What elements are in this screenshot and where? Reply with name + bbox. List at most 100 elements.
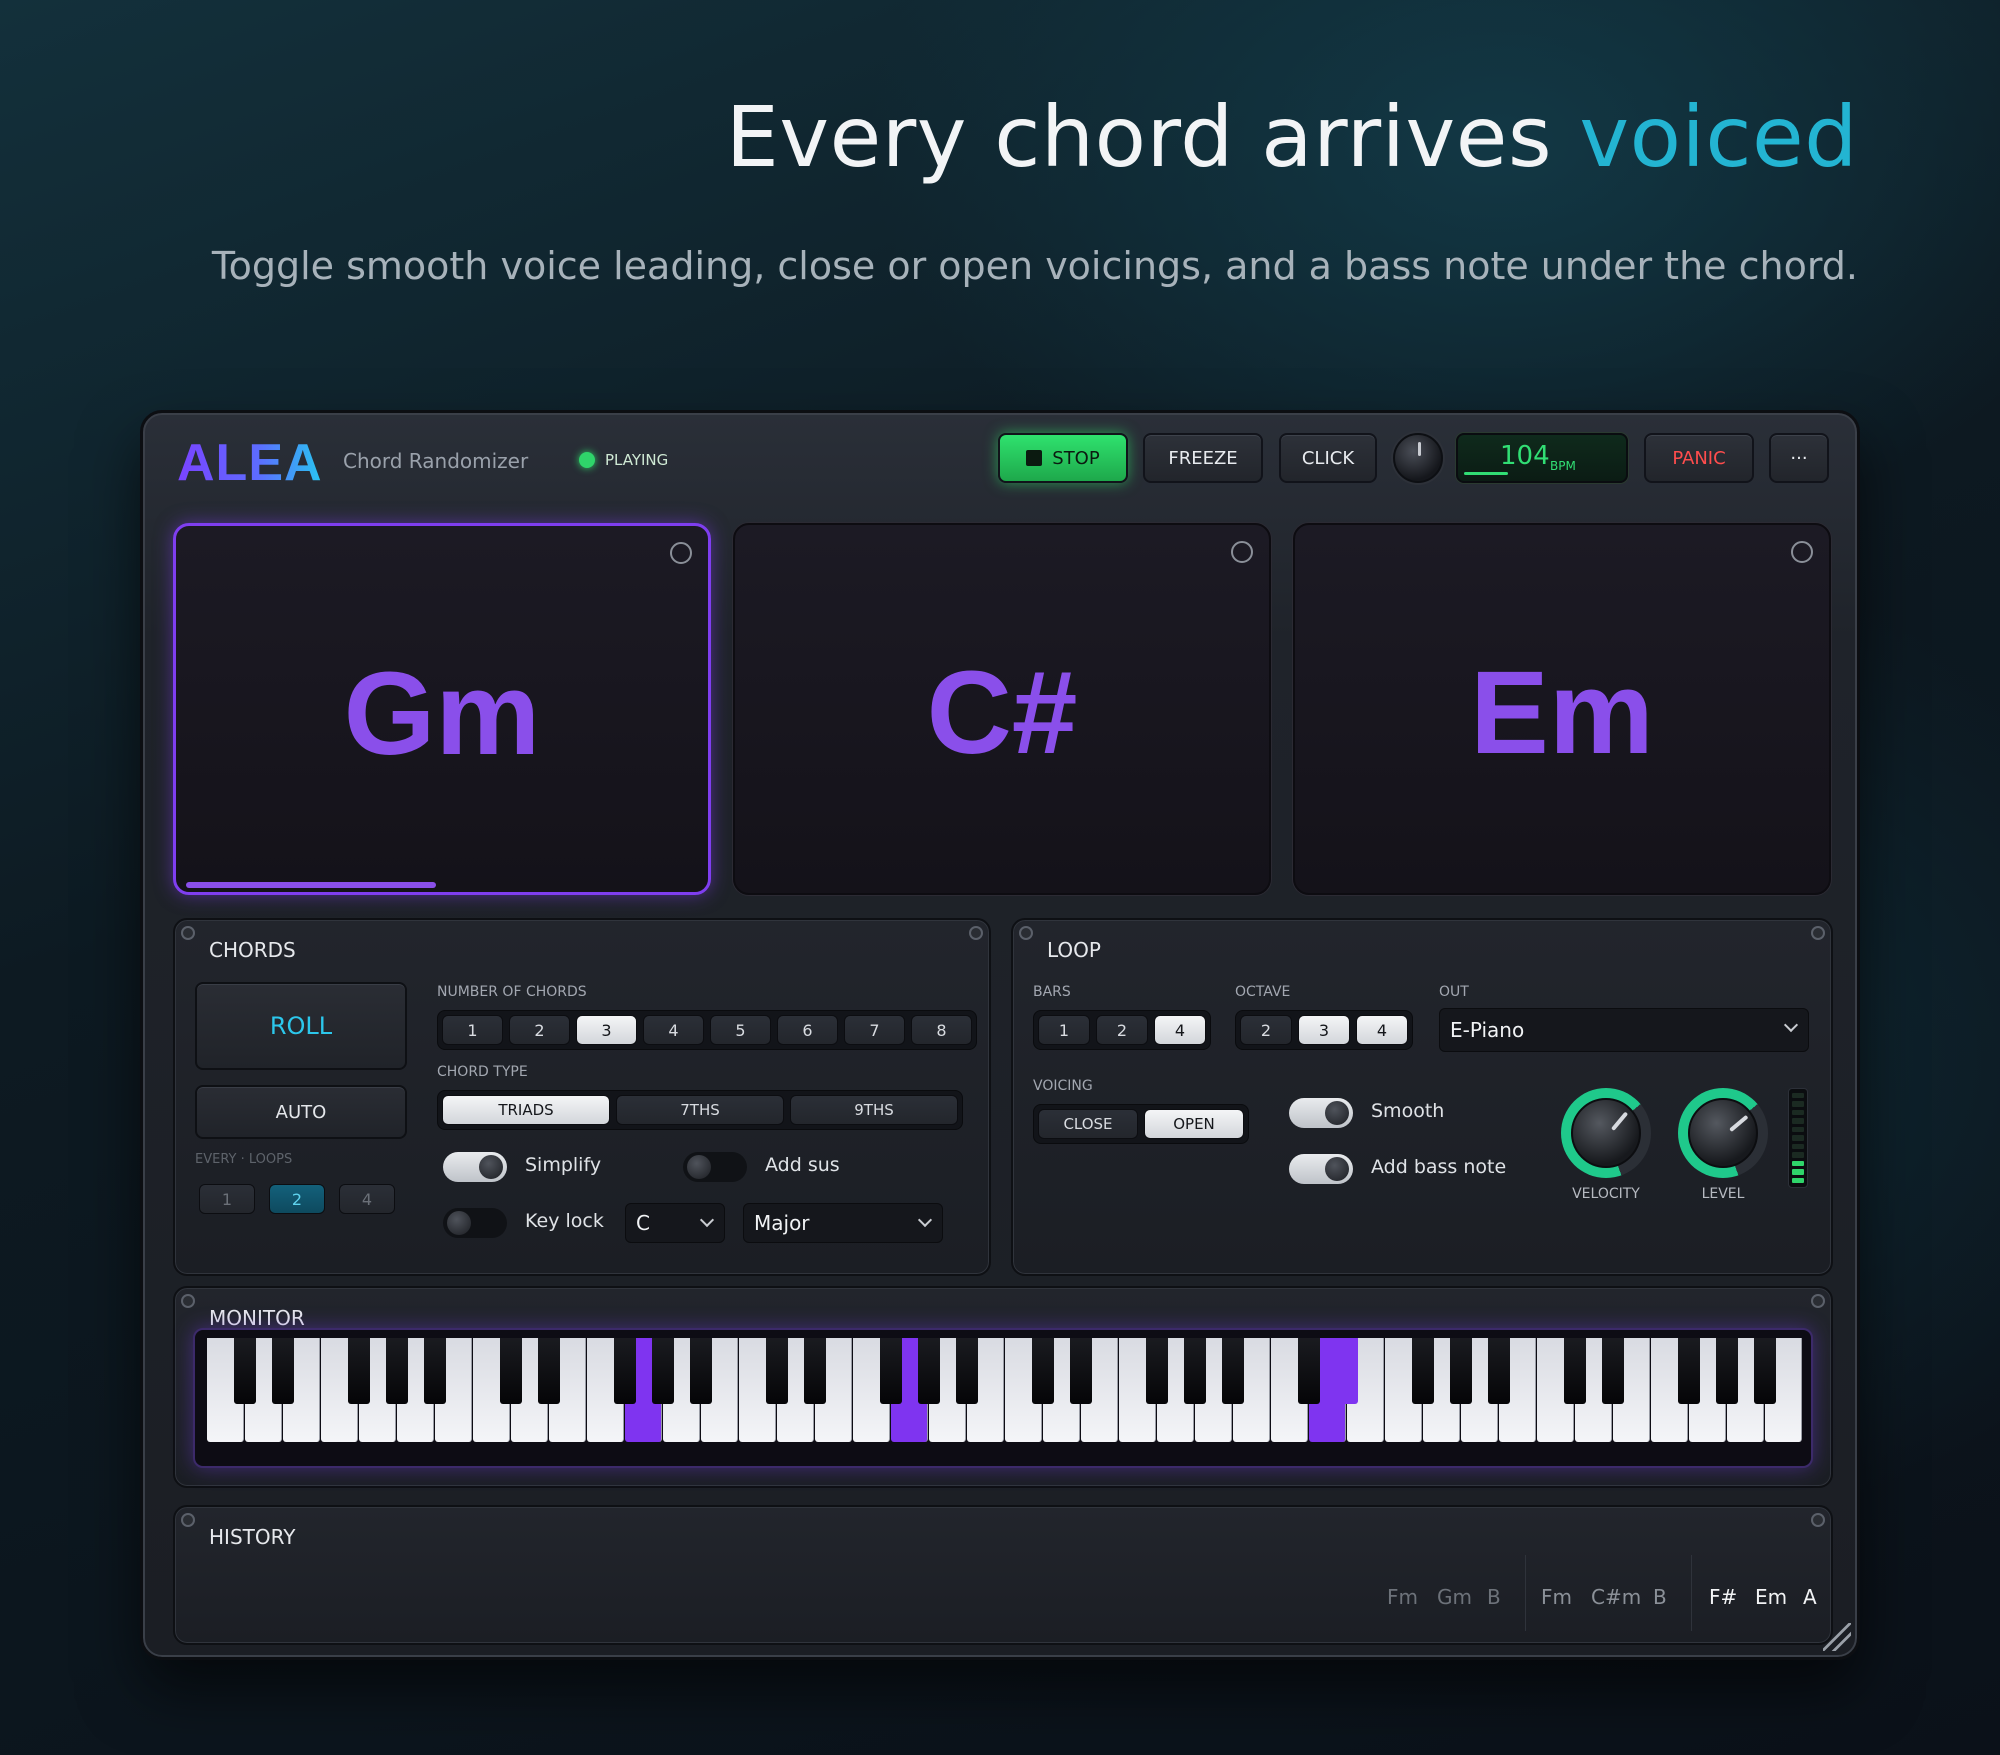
black-key[interactable] <box>614 1338 636 1404</box>
chord-type-option[interactable]: 7THS <box>616 1095 784 1125</box>
chord-type-option[interactable]: 9THS <box>790 1095 958 1125</box>
chord-type-option[interactable]: TRIADS <box>442 1095 610 1125</box>
lock-ring-icon[interactable] <box>1791 541 1813 563</box>
chord-card-2[interactable]: C# <box>733 523 1271 895</box>
lock-ring-icon[interactable] <box>1231 541 1253 563</box>
auto-button[interactable]: AUTO <box>195 1085 407 1139</box>
black-key[interactable] <box>1564 1338 1586 1404</box>
black-key[interactable] <box>1336 1338 1358 1404</box>
black-key[interactable] <box>234 1338 256 1404</box>
click-button[interactable]: CLICK <box>1279 433 1377 483</box>
number-option[interactable]: 3 <box>576 1015 637 1045</box>
black-key[interactable] <box>1070 1338 1092 1404</box>
history-chord[interactable]: B <box>1487 1585 1501 1609</box>
black-key[interactable] <box>1754 1338 1776 1404</box>
voicing-option[interactable]: CLOSE <box>1038 1109 1138 1139</box>
black-key[interactable] <box>1678 1338 1700 1404</box>
black-key[interactable] <box>1450 1338 1472 1404</box>
add-sus-toggle[interactable] <box>683 1152 747 1182</box>
black-key[interactable] <box>880 1338 902 1404</box>
history-separator <box>1691 1555 1692 1631</box>
headline-main: Every chord arrives <box>725 88 1580 186</box>
freeze-button[interactable]: FREEZE <box>1143 433 1263 483</box>
every-loops-selector: 1 2 4 <box>195 1180 399 1218</box>
octave-option[interactable]: 2 <box>1240 1015 1292 1045</box>
bpm-display[interactable]: 104 BPM <box>1456 433 1628 483</box>
number-option[interactable]: 4 <box>643 1015 704 1045</box>
black-key[interactable] <box>918 1338 940 1404</box>
black-key[interactable] <box>1032 1338 1054 1404</box>
bars-option[interactable]: 2 <box>1096 1015 1148 1045</box>
octave-selector: 2 3 4 <box>1235 1010 1413 1050</box>
smooth-toggle[interactable] <box>1289 1098 1353 1128</box>
output-dropdown[interactable]: E-Piano <box>1439 1008 1809 1052</box>
history-chord[interactable]: Em <box>1755 1585 1787 1609</box>
octave-option[interactable]: 3 <box>1298 1015 1350 1045</box>
black-key[interactable] <box>272 1338 294 1404</box>
number-of-chords-selector: 1 2 3 4 5 6 7 8 <box>437 1010 977 1050</box>
chord-progress-bar <box>186 882 437 888</box>
voicing-option[interactable]: OPEN <box>1144 1109 1244 1139</box>
black-key[interactable] <box>804 1338 826 1404</box>
history-chord[interactable]: B <box>1653 1585 1667 1609</box>
number-option[interactable]: 5 <box>710 1015 771 1045</box>
bars-option[interactable]: 1 <box>1038 1015 1090 1045</box>
black-key[interactable] <box>766 1338 788 1404</box>
history-chord[interactable]: Fm <box>1387 1585 1418 1609</box>
octave-option[interactable]: 4 <box>1356 1015 1408 1045</box>
add-bass-toggle[interactable] <box>1289 1154 1353 1184</box>
app-logo: ALEA <box>177 434 323 492</box>
headline-accent: voiced <box>1579 88 1858 186</box>
chords-title: CHORDS <box>209 938 296 962</box>
black-key[interactable] <box>1222 1338 1244 1404</box>
level-knob[interactable] <box>1678 1088 1768 1178</box>
every-loops-option[interactable]: 2 <box>269 1184 325 1214</box>
history-chord[interactable]: Fm <box>1541 1585 1572 1609</box>
black-key[interactable] <box>1602 1338 1624 1404</box>
chord-card-3[interactable]: Em <box>1293 523 1831 895</box>
key-dropdown[interactable]: C <box>625 1203 725 1243</box>
black-key[interactable] <box>1716 1338 1738 1404</box>
stop-button[interactable]: STOP <box>998 433 1128 483</box>
add-sus-label: Add sus <box>765 1154 840 1176</box>
black-key[interactable] <box>538 1338 560 1404</box>
black-key[interactable] <box>424 1338 446 1404</box>
resize-handle-icon[interactable] <box>1823 1623 1851 1651</box>
lock-ring-icon[interactable] <box>670 542 692 564</box>
number-option[interactable]: 1 <box>442 1015 503 1045</box>
screw-icon <box>181 1513 195 1527</box>
black-key[interactable] <box>386 1338 408 1404</box>
number-option[interactable]: 2 <box>509 1015 570 1045</box>
number-option[interactable]: 7 <box>844 1015 905 1045</box>
headline: Every chord arrives voiced <box>726 88 1858 186</box>
panic-button[interactable]: PANIC <box>1644 433 1754 483</box>
black-key[interactable] <box>1412 1338 1434 1404</box>
click-volume-knob[interactable] <box>1393 433 1443 483</box>
more-button[interactable]: ··· <box>1769 433 1829 483</box>
number-option[interactable]: 8 <box>911 1015 972 1045</box>
black-key[interactable] <box>690 1338 712 1404</box>
bars-option[interactable]: 4 <box>1154 1015 1206 1045</box>
every-loops-option[interactable]: 1 <box>199 1184 255 1214</box>
scale-dropdown[interactable]: Major <box>743 1203 943 1243</box>
history-chord[interactable]: C#m <box>1591 1585 1641 1609</box>
black-key[interactable] <box>1298 1338 1320 1404</box>
chord-card-1[interactable]: Gm <box>173 523 711 895</box>
velocity-knob[interactable] <box>1561 1088 1651 1178</box>
number-option[interactable]: 6 <box>777 1015 838 1045</box>
black-key[interactable] <box>1146 1338 1168 1404</box>
black-key[interactable] <box>1184 1338 1206 1404</box>
every-loops-option[interactable]: 4 <box>339 1184 395 1214</box>
history-chord[interactable]: Gm <box>1437 1585 1472 1609</box>
black-key[interactable] <box>348 1338 370 1404</box>
simplify-toggle[interactable] <box>443 1152 507 1182</box>
roll-button[interactable]: ROLL <box>195 982 407 1070</box>
history-chord[interactable]: A <box>1803 1585 1817 1609</box>
black-key[interactable] <box>956 1338 978 1404</box>
black-key[interactable] <box>1488 1338 1510 1404</box>
black-key[interactable] <box>500 1338 522 1404</box>
history-chord[interactable]: F# <box>1709 1585 1737 1609</box>
screw-icon <box>1019 926 1033 940</box>
black-key[interactable] <box>652 1338 674 1404</box>
key-lock-toggle[interactable] <box>443 1208 507 1238</box>
